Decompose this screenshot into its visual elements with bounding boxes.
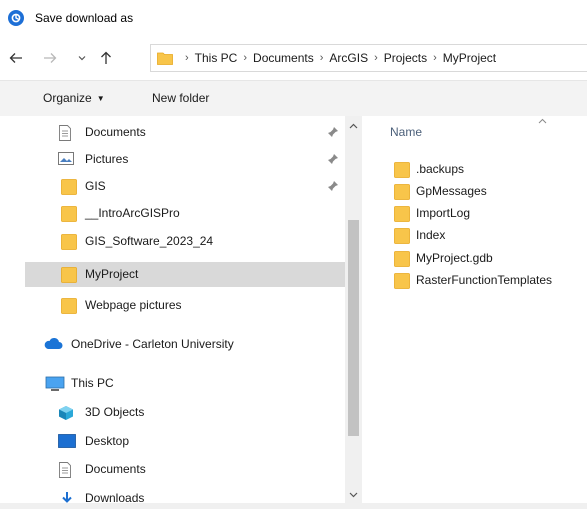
recent-locations-chevron-icon[interactable] bbox=[72, 48, 92, 68]
nav-item-documents[interactable]: Documents bbox=[25, 120, 345, 145]
list-item[interactable]: ImportLog bbox=[394, 202, 587, 224]
nav-item-label: 3D Objects bbox=[85, 405, 145, 419]
breadcrumb-projects[interactable]: Projects bbox=[384, 51, 427, 65]
address-row: › This PC › Documents › ArcGIS › Project… bbox=[0, 42, 587, 74]
nav-item-webpage-pictures[interactable]: Webpage pictures bbox=[25, 293, 345, 318]
list-item[interactable]: GpMessages bbox=[394, 180, 587, 202]
nav-item-onedrive[interactable]: OneDrive - Carleton University bbox=[25, 332, 345, 357]
navigation-pane: Documents Pictures GIS __IntroArcGISPro … bbox=[25, 116, 345, 503]
folder-icon bbox=[157, 51, 173, 68]
nav-item-label: This PC bbox=[71, 376, 114, 390]
nav-item-label: Pictures bbox=[85, 152, 129, 166]
nav-item-label: Documents bbox=[85, 125, 146, 139]
nav-item-gis[interactable]: GIS bbox=[25, 174, 345, 199]
nav-item-label: MyProject bbox=[85, 267, 139, 281]
dialog-footer bbox=[0, 503, 587, 509]
new-folder-button[interactable]: New folder bbox=[152, 91, 209, 105]
list-item-label: MyProject.gdb bbox=[416, 251, 493, 265]
address-bar[interactable]: › This PC › Documents › ArcGIS › Project… bbox=[150, 44, 587, 72]
list-item[interactable]: Index bbox=[394, 224, 587, 246]
forward-arrow-icon[interactable] bbox=[40, 48, 60, 68]
breadcrumb-separator-icon: › bbox=[319, 52, 324, 64]
list-item-label: Index bbox=[416, 228, 446, 242]
this-pc-icon bbox=[45, 376, 65, 391]
desktop-icon bbox=[58, 434, 76, 448]
dropdown-caret-icon: ▼ bbox=[96, 94, 105, 103]
command-bar: Organize ▼ New folder bbox=[0, 80, 587, 116]
scroll-up-arrow-icon[interactable] bbox=[347, 120, 360, 132]
name-column-header[interactable]: Name bbox=[390, 125, 422, 139]
scroll-down-arrow-icon[interactable] bbox=[347, 489, 360, 501]
folder-icon bbox=[394, 251, 410, 267]
list-item-label: GpMessages bbox=[416, 184, 487, 198]
list-item-label: .backups bbox=[416, 162, 465, 176]
list-item-label: ImportLog bbox=[416, 206, 471, 220]
breadcrumb-myproject[interactable]: MyProject bbox=[443, 51, 496, 65]
folder-icon bbox=[61, 234, 77, 250]
nav-item-pictures[interactable]: Pictures bbox=[25, 147, 345, 172]
folder-icon bbox=[394, 273, 410, 289]
nav-item-gis-software[interactable]: GIS_Software_2023_24 bbox=[25, 229, 345, 254]
folder-icon bbox=[394, 162, 410, 178]
pictures-icon bbox=[58, 152, 74, 166]
folder-icon bbox=[394, 184, 410, 200]
nav-item-label: Desktop bbox=[85, 434, 130, 448]
nav-item-label: GIS bbox=[85, 179, 106, 193]
breadcrumb-separator-icon: › bbox=[374, 52, 378, 64]
list-item[interactable]: RasterFunctionTemplates bbox=[394, 269, 587, 291]
nav-item-label: OneDrive - Carleton University bbox=[71, 337, 234, 351]
nav-item-this-pc[interactable]: This PC bbox=[25, 371, 345, 396]
list-item-label: RasterFunctionTemplates bbox=[416, 273, 553, 287]
nav-item-introarcgispro[interactable]: __IntroArcGISPro bbox=[25, 201, 345, 226]
organize-button[interactable]: Organize ▼ bbox=[43, 91, 105, 105]
sort-ascending-icon bbox=[538, 116, 547, 126]
organize-label: Organize bbox=[43, 91, 92, 105]
list-item[interactable]: .backups bbox=[394, 158, 587, 180]
up-arrow-icon[interactable] bbox=[96, 48, 116, 68]
breadcrumb-documents[interactable]: Documents bbox=[253, 51, 314, 65]
nav-item-label: GIS_Software_2023_24 bbox=[85, 234, 214, 248]
nav-item-3d-objects[interactable]: 3D Objects bbox=[25, 400, 345, 425]
nav-item-label: Webpage pictures bbox=[85, 298, 182, 312]
pin-icon bbox=[327, 180, 339, 192]
nav-item-downloads[interactable]: Downloads bbox=[25, 486, 345, 503]
document-icon bbox=[58, 125, 74, 141]
folder-icon bbox=[61, 267, 77, 283]
folder-icon bbox=[61, 179, 77, 195]
scrollbar-thumb[interactable] bbox=[348, 220, 359, 436]
window-title: Save download as bbox=[35, 11, 134, 25]
nav-pane-scrollbar[interactable] bbox=[345, 116, 362, 503]
3d-objects-icon bbox=[58, 405, 74, 420]
pin-icon bbox=[327, 153, 339, 165]
breadcrumb-separator-icon: › bbox=[433, 52, 437, 64]
breadcrumb-separator-icon: › bbox=[185, 52, 189, 64]
nav-item-label: Documents bbox=[85, 462, 146, 476]
file-list: Name .backups GpMessages ImportLog Index… bbox=[362, 116, 587, 503]
nav-item-label: Downloads bbox=[85, 491, 145, 503]
nav-item-label: __IntroArcGISPro bbox=[85, 206, 180, 220]
folder-icon bbox=[61, 298, 77, 314]
folder-icon bbox=[61, 206, 77, 222]
pin-icon bbox=[327, 126, 339, 138]
breadcrumb-separator-icon: › bbox=[243, 52, 248, 64]
nav-item-desktop[interactable]: Desktop bbox=[25, 429, 345, 454]
breadcrumb-this-pc[interactable]: This PC bbox=[195, 51, 238, 65]
title-bar: Save download as bbox=[0, 0, 587, 36]
onedrive-icon bbox=[43, 337, 63, 351]
nav-item-documents-pc[interactable]: Documents bbox=[25, 457, 345, 482]
downloads-icon bbox=[60, 491, 76, 503]
document-icon bbox=[58, 462, 74, 478]
back-arrow-icon[interactable] bbox=[6, 48, 26, 68]
folder-icon bbox=[394, 228, 410, 244]
folder-icon bbox=[394, 206, 410, 222]
nav-item-myproject[interactable]: MyProject bbox=[25, 262, 345, 287]
app-icon bbox=[8, 10, 24, 26]
breadcrumb-arcgis[interactable]: ArcGIS bbox=[329, 51, 368, 65]
list-item[interactable]: MyProject.gdb bbox=[394, 247, 587, 269]
